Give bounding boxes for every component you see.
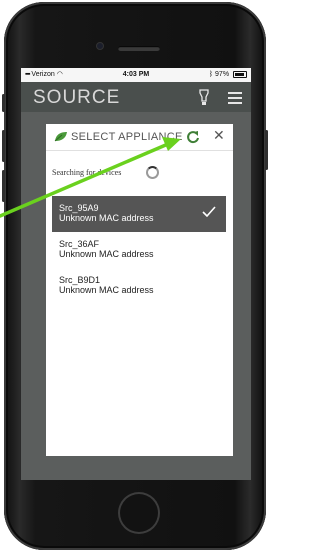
device-mac: Unknown MAC address bbox=[59, 285, 154, 295]
device-name: Src_36AF bbox=[59, 239, 100, 249]
device-item-src-36af[interactable]: Src_36AF Unknown MAC address bbox=[52, 232, 226, 268]
lightbulb-icon[interactable] bbox=[198, 89, 210, 106]
leaf-icon bbox=[54, 132, 67, 142]
device-list: Src_95A9 Unknown MAC address Src_36AF Un… bbox=[52, 196, 226, 304]
device-mac: Unknown MAC address bbox=[59, 213, 154, 223]
mute-switch bbox=[2, 94, 5, 112]
battery-status: ᛒ 97% bbox=[209, 68, 247, 82]
refresh-icon[interactable] bbox=[186, 130, 200, 144]
device-name: Src_95A9 bbox=[59, 203, 99, 213]
status-bar: ▪▪▪ Verizon ◠ 4:03 PM ᛒ 97% bbox=[21, 68, 251, 82]
battery-icon bbox=[233, 70, 247, 78]
home-button[interactable] bbox=[118, 492, 160, 534]
power-button bbox=[265, 130, 268, 170]
source-logo: SOURCE bbox=[33, 87, 121, 108]
device-item-src-b9d1[interactable]: Src_B9D1 Unknown MAC address bbox=[52, 268, 226, 304]
dialog-header: SELECT APPLIANCE ✕ bbox=[46, 124, 233, 151]
close-icon[interactable]: ✕ bbox=[213, 127, 225, 144]
front-camera bbox=[96, 42, 104, 50]
dialog-title: SELECT APPLIANCE bbox=[71, 131, 183, 143]
phone-screen: ▪▪▪ Verizon ◠ 4:03 PM ᛒ 97% SOURCE SELEC… bbox=[21, 68, 251, 480]
loading-spinner-icon bbox=[146, 166, 159, 179]
device-name: Src_B9D1 bbox=[59, 275, 101, 285]
device-mac: Unknown MAC address bbox=[59, 249, 154, 259]
searching-label: Searching for devices bbox=[52, 168, 122, 177]
volume-up-button bbox=[2, 130, 5, 162]
earpiece-speaker bbox=[118, 46, 160, 51]
checkmark-icon bbox=[202, 206, 216, 217]
volume-down-button bbox=[2, 170, 5, 202]
device-item-src-95a9[interactable]: Src_95A9 Unknown MAC address bbox=[52, 196, 226, 232]
hamburger-menu-icon[interactable] bbox=[228, 92, 242, 104]
app-header: SOURCE bbox=[21, 82, 251, 112]
bluetooth-icon: ᛒ bbox=[208, 71, 214, 78]
select-appliance-dialog: SELECT APPLIANCE ✕ Searching for devices… bbox=[46, 124, 233, 456]
